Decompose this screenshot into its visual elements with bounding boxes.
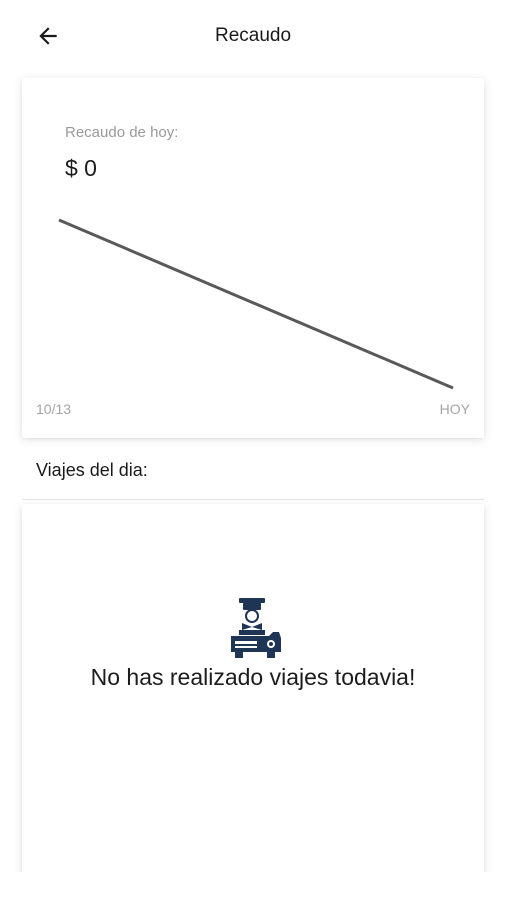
earnings-series-line [58,218,454,390]
trips-card: No has realizado viajes todavia! [22,504,484,900]
app-bar: Recaudo [0,0,506,72]
x-tick-label-end: HOY [439,401,470,417]
divider [22,499,484,500]
arrow-left-icon [39,27,57,45]
earnings-card: Recaudo de hoy: $ 0 10/13 HOY [22,78,484,438]
earnings-label: Recaudo de hoy: [65,124,179,141]
trips-section-title: Viajes del dia: [36,460,148,480]
bottom-bar [0,872,506,900]
earnings-amount: $ 0 [65,155,97,181]
back-button[interactable] [30,18,66,54]
empty-state-message: No has realizado viajes todavia! [90,664,416,690]
page-title: Recaudo [214,25,292,46]
x-tick-label-start: 10/13 [36,401,72,417]
taxi-driver-icon [231,598,281,658]
